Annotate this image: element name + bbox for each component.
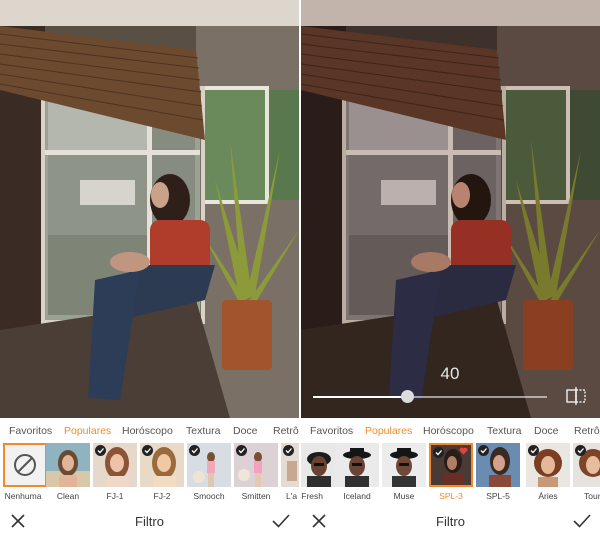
tab-doce[interactable]: Doce [534, 425, 559, 437]
heart-icon[interactable] [459, 447, 468, 455]
filter-label: SPL-5 [486, 491, 510, 501]
filter-category-tabs: Favoritos Populares Horóscopo Textura Do… [301, 418, 600, 444]
filter-aries-thumb[interactable] [526, 443, 570, 487]
check-icon [575, 445, 586, 456]
photo-filtered [301, 0, 600, 418]
filter-spl5-thumb[interactable] [476, 443, 520, 487]
tab-retro[interactable]: Retrô [273, 425, 299, 437]
filter-la-thumb[interactable] [281, 443, 299, 487]
tab-horoscopo[interactable]: Horóscopo [423, 425, 474, 437]
check-icon [283, 445, 294, 456]
filter-clean-thumb[interactable] [46, 443, 90, 487]
intensity-value: 40 [440, 364, 460, 383]
bottom-toolbar: Filtro [0, 505, 299, 534]
filter-spl3-thumb[interactable] [429, 443, 473, 487]
filter-label: L'a [286, 491, 298, 501]
check-icon [142, 445, 153, 456]
filter-tour-thumb[interactable] [573, 443, 600, 487]
filter-smooch-thumb[interactable] [187, 443, 231, 487]
checkmark-icon[interactable] [573, 514, 591, 528]
toolbar-title: Filtro [436, 514, 465, 529]
filter-fj2-thumb[interactable] [140, 443, 184, 487]
filter-smitten-thumb[interactable] [234, 443, 278, 487]
compare-icon[interactable] [565, 386, 587, 406]
filter-label: Clean [56, 491, 80, 501]
tab-populares[interactable]: Populares [64, 425, 111, 437]
tab-doce[interactable]: Doce [233, 425, 258, 437]
portrait-thumb-image [382, 443, 426, 487]
tab-populares[interactable]: Populares [365, 425, 412, 437]
filter-iceland-thumb[interactable] [335, 443, 379, 487]
intensity-slider[interactable] [313, 396, 547, 398]
check-icon [95, 445, 106, 456]
tab-favoritos[interactable]: Favoritos [9, 425, 52, 437]
original-panel: Favoritos Populares Horóscopo Textura Do… [0, 0, 299, 534]
filter-label: Muse [393, 491, 415, 501]
filter-thumbnail-strip: Fresh Iceland Muse SPL-3 SPL-5 Áries Tou… [301, 443, 600, 503]
none-icon [5, 445, 45, 485]
bottom-toolbar: Filtro [301, 505, 600, 534]
tab-horoscopo[interactable]: Horóscopo [122, 425, 173, 437]
filter-label: SPL-3 [439, 491, 463, 501]
filter-thumbnail-strip: Nenhuma Clean FJ-1 FJ-2 Smooch Smitten L… [0, 443, 299, 503]
filter-fj1-thumb[interactable] [93, 443, 137, 487]
filter-label: Nenhuma [4, 491, 42, 501]
checkmark-icon[interactable] [272, 514, 290, 528]
check-icon [478, 445, 489, 456]
filter-label: Smooch [193, 491, 225, 501]
filtered-panel: 40 Favoritos Populares Horóscopo Textura… [301, 0, 600, 534]
tab-retro[interactable]: Retrô [574, 425, 600, 437]
filter-label: FJ-1 [106, 491, 124, 501]
filter-label: Tour [584, 491, 600, 501]
check-icon [433, 447, 444, 458]
check-icon [528, 445, 539, 456]
tab-textura[interactable]: Textura [487, 425, 521, 437]
tab-textura[interactable]: Textura [186, 425, 220, 437]
portrait-thumb-image [46, 443, 90, 487]
filter-label: FJ-2 [153, 491, 171, 501]
filter-none-thumb[interactable] [3, 443, 47, 487]
filter-label: Smitten [241, 491, 271, 501]
filter-category-tabs: Favoritos Populares Horóscopo Textura Do… [0, 418, 299, 444]
filter-label: Áries [538, 491, 558, 501]
toolbar-title: Filtro [135, 514, 164, 529]
photo-original [0, 0, 299, 418]
filter-muse-thumb[interactable] [382, 443, 426, 487]
portrait-thumb-image [335, 443, 379, 487]
slider-fill [313, 396, 407, 398]
slider-handle[interactable] [400, 390, 414, 403]
check-icon [189, 445, 200, 456]
filter-label: Fresh [301, 491, 323, 501]
tab-favoritos[interactable]: Favoritos [310, 425, 353, 437]
filter-label: Iceland [343, 491, 371, 501]
check-icon [236, 445, 247, 456]
